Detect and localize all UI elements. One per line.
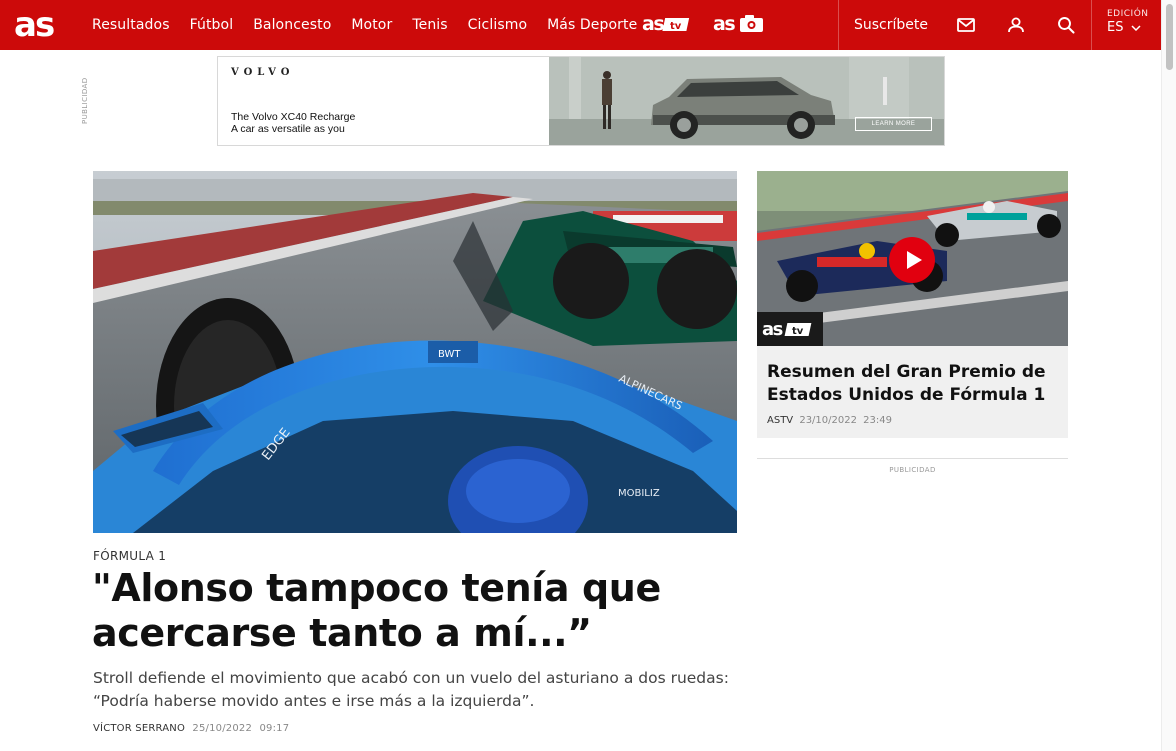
header-divider [838,0,839,50]
nav-item-resultados[interactable]: Resultados [92,17,170,33]
play-icon [907,251,922,269]
as-tv-logo-icon: as tv [642,14,690,34]
edition-selector[interactable]: EDICIÓN ES [1107,9,1149,35]
article-author[interactable]: VÍCTOR SERRANO [93,723,185,734]
as-logo[interactable]: as [14,8,64,42]
side-divider [757,458,1068,459]
article-standfirst: Stroll defiende el movimiento que acabó … [93,669,729,710]
search-icon [1058,17,1075,34]
as-photo-logo[interactable]: as [713,14,765,34]
svg-text:as: as [762,320,783,338]
edition-value: ES [1107,20,1124,35]
subscribe-link[interactable]: Suscríbete [854,0,928,50]
article-byline: VÍCTOR SERRANO 25/10/2022 09:17 [93,723,289,734]
article-section-kicker[interactable]: FÓRMULA 1 [93,549,166,563]
article-date: 25/10/2022 [192,723,253,734]
nav-item-baloncesto[interactable]: Baloncesto [253,17,331,33]
user-icon [1008,17,1024,33]
side-article-meta: ASTV 23/10/2022 23:49 [767,415,892,426]
svg-text:MOBILIZ: MOBILIZ [618,488,660,499]
as-logo-icon: as [14,8,56,42]
ad-line-2: A car as versatile as you [231,123,345,135]
side-video-card[interactable]: as tv Resumen del Gran Premio de Estados… [757,171,1068,438]
ad-copy: The Volvo XC40 Recharge A car as versati… [231,111,355,135]
article-headline[interactable]: "Alonso tampoco tenía que acercarse tant… [92,566,742,656]
header-divider [1091,0,1092,50]
nav-item-ciclismo[interactable]: Ciclismo [468,17,527,33]
scrollbar-thumb[interactable] [1166,4,1173,70]
svg-text:tv: tv [670,21,682,32]
nav-item-mas-deporte[interactable]: Más Deporte [547,17,637,33]
svg-text:as: as [14,8,54,42]
main-nav: Resultados Fútbol Baloncesto Motor Tenis… [92,0,657,50]
search-button[interactable] [1054,13,1078,37]
ad-label: PUBLICIDAD [81,77,89,124]
volvo-ad-banner[interactable]: VOLVO The Volvo XC40 Recharge A car as v… [217,56,945,146]
svg-text:tv: tv [792,326,804,337]
onboard-camera-photo: ALPINECARS MOBILIZ EDGE BWT [93,171,737,533]
nav-item-futbol[interactable]: Fútbol [190,17,234,33]
as-tv-badge: as tv [757,312,823,346]
car-photo-illustration [549,57,944,145]
side-article-date: 23/10/2022 [799,415,857,426]
as-tv-logo-icon: as tv [762,320,812,338]
newsletter-button[interactable] [954,13,978,37]
mail-icon [957,18,975,32]
svg-text:as: as [713,14,735,34]
ad-line-1: The Volvo XC40 Recharge [231,111,356,123]
side-article-source[interactable]: ASTV [767,415,793,426]
play-button[interactable] [889,237,935,283]
ad-photo [549,57,944,145]
side-article-title[interactable]: Resumen del Gran Premio de Estados Unido… [767,361,1057,407]
svg-text:as: as [642,14,664,34]
main-article-image[interactable]: ALPINECARS MOBILIZ EDGE BWT [93,171,737,533]
as-camera-logo-icon: as [713,14,763,34]
svg-text:BWT: BWT [438,349,461,360]
ad-learn-more-button[interactable]: LEARN MORE [855,117,932,131]
as-tv-logo[interactable]: as tv [642,14,692,34]
side-article-time: 23:49 [863,415,892,426]
nav-item-motor[interactable]: Motor [351,17,392,33]
ad-brand: VOLVO [231,67,295,78]
user-account-button[interactable] [1004,13,1028,37]
article-time: 09:17 [259,723,290,734]
edition-label: EDICIÓN [1107,9,1149,19]
page-scrollbar[interactable] [1161,0,1176,751]
chevron-down-icon [1131,24,1141,31]
side-ad-label: PUBLICIDAD [889,466,936,474]
top-navigation-bar: as Resultados Fútbol Baloncesto Motor Te… [0,0,1161,50]
nav-item-tenis[interactable]: Tenis [412,17,447,33]
